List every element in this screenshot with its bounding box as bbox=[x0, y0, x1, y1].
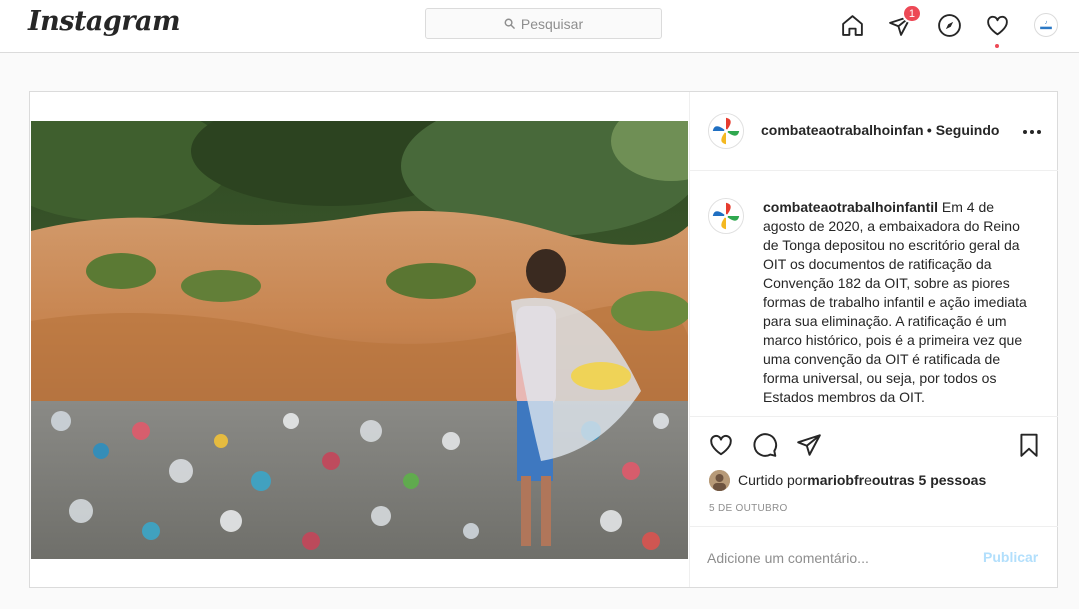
compass-icon bbox=[937, 13, 961, 37]
caption-username[interactable]: combateaotrabalhoinfantil bbox=[763, 199, 938, 215]
caption-text: Em 4 de agosto de 2020, a embaixadora do… bbox=[763, 199, 1027, 405]
liker-avatar[interactable] bbox=[709, 469, 730, 491]
likes-others-link[interactable]: outras 5 pessoas bbox=[872, 472, 986, 488]
like-button[interactable] bbox=[707, 431, 735, 459]
home-icon bbox=[841, 14, 863, 36]
likes-middle: e bbox=[864, 472, 872, 488]
following-button[interactable]: Seguindo bbox=[936, 122, 1000, 138]
comment-box: Publicar bbox=[690, 526, 1058, 587]
post-sidebar: combateaotrabalhoinfantil • Seguindo com… bbox=[689, 92, 1058, 587]
bookmark-icon bbox=[1020, 433, 1038, 457]
avatar: ♪ bbox=[1034, 13, 1058, 37]
home-button[interactable] bbox=[838, 11, 866, 39]
profile-button[interactable]: ♪ bbox=[1032, 11, 1060, 39]
post-author-username[interactable]: combateaotrabalhoinfantil bbox=[761, 122, 923, 138]
liker-photo-icon bbox=[709, 469, 730, 491]
search-icon bbox=[504, 18, 515, 29]
search-placeholder: Pesquisar bbox=[520, 15, 584, 32]
avatar[interactable] bbox=[708, 113, 744, 149]
top-navigation-bar: Instagram Pesquisar 1 ♪ bbox=[0, 0, 1079, 53]
instagram-logo[interactable]: Instagram bbox=[28, 6, 181, 37]
direct-messages-button[interactable]: 1 bbox=[886, 4, 922, 39]
share-button[interactable] bbox=[795, 431, 823, 459]
post-date[interactable]: 5 DE OUTUBRO bbox=[709, 503, 788, 514]
likes-line: Curtido por mariobfr e outras 5 pessoas bbox=[709, 469, 986, 491]
liker-username[interactable]: mariobfr bbox=[807, 472, 864, 488]
share-icon bbox=[797, 434, 821, 456]
pinwheel-logo-icon bbox=[709, 114, 743, 148]
comment-input[interactable] bbox=[707, 548, 967, 568]
more-options-button[interactable] bbox=[1020, 120, 1044, 144]
activity-button[interactable] bbox=[983, 11, 1011, 48]
caption-area: combateaotrabalhoinfantil Em 4 de agosto… bbox=[690, 172, 1058, 416]
notification-badge: 1 bbox=[901, 4, 922, 23]
explore-button[interactable] bbox=[935, 11, 963, 39]
photo-illustration bbox=[31, 121, 688, 559]
post-caption: combateaotrabalhoinfantil Em 4 de agosto… bbox=[763, 198, 1038, 407]
search-box[interactable]: Pesquisar bbox=[425, 8, 662, 39]
save-button[interactable] bbox=[1015, 431, 1043, 459]
post-photo[interactable] bbox=[31, 121, 688, 559]
more-options-icon bbox=[1030, 130, 1034, 134]
post-card: combateaotrabalhoinfantil • Seguindo com… bbox=[29, 91, 1058, 588]
more-options-icon bbox=[1023, 130, 1027, 134]
post-header: combateaotrabalhoinfantil • Seguindo bbox=[690, 92, 1058, 171]
publish-button[interactable]: Publicar bbox=[983, 549, 1038, 565]
svg-text:♪: ♪ bbox=[1045, 20, 1048, 26]
comment-icon bbox=[753, 433, 778, 457]
avatar[interactable] bbox=[708, 198, 744, 234]
post-author-line: combateaotrabalhoinfantil • Seguindo bbox=[761, 122, 1011, 138]
more-options-icon bbox=[1037, 130, 1041, 134]
pinwheel-logo-icon bbox=[709, 199, 743, 233]
heart-icon bbox=[986, 15, 1008, 35]
comment-button[interactable] bbox=[751, 431, 779, 459]
post-media-area bbox=[30, 92, 689, 587]
heart-icon bbox=[710, 434, 732, 456]
likes-prefix: Curtido por bbox=[738, 472, 808, 488]
separator: • bbox=[923, 122, 936, 138]
activity-dot bbox=[995, 44, 999, 48]
profile-logo-icon: ♪ bbox=[1040, 20, 1052, 30]
post-actions: Curtido por mariobfr e outras 5 pessoas … bbox=[690, 416, 1058, 526]
